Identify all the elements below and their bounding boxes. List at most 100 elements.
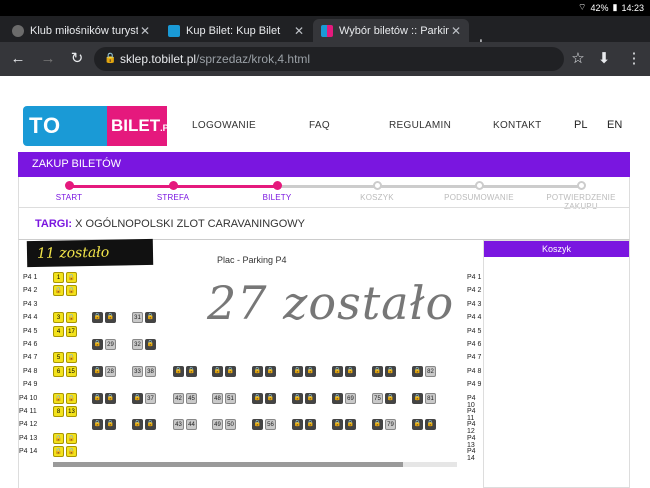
taken-seat: 🔒 <box>332 365 343 377</box>
step-dot <box>64 181 74 190</box>
taken-seat: 51 <box>225 392 236 404</box>
free-seat[interactable]: 5 <box>53 352 64 364</box>
taken-seat: 44 <box>186 419 197 431</box>
free-seat[interactable]: 🔒 <box>66 312 77 324</box>
forward-icon[interactable]: → <box>38 49 58 69</box>
taken-seat: 🔒 <box>132 392 143 404</box>
taken-seat: 🔒 <box>186 365 197 377</box>
free-seat[interactable]: 3 <box>53 312 64 324</box>
free-seat[interactable]: 🔒 <box>53 285 64 297</box>
free-seat[interactable]: 1 <box>53 272 64 283</box>
step-strefa: STREFA <box>128 181 218 202</box>
taken-seat: 🔒 <box>292 419 303 431</box>
free-seat[interactable]: 13 <box>66 406 77 417</box>
tab-klub[interactable]: Klub miłośników turysty ✕ <box>4 19 158 42</box>
taken-seat: 🔒 <box>105 312 116 324</box>
taken-seat: 🔒 <box>305 365 316 377</box>
free-seat[interactable]: 6 <box>53 365 64 377</box>
step-podsumowanie: PODSUMOWANIE <box>434 181 524 202</box>
row-label-right: P4 8 <box>467 367 482 375</box>
taken-seat: 🔒 <box>425 419 436 431</box>
close-icon[interactable]: ✕ <box>449 24 463 38</box>
nav-kontakt[interactable]: KONTAKT <box>493 120 542 131</box>
row-label-right: P4 13 <box>467 434 476 449</box>
free-seat[interactable]: 🔒 <box>53 432 64 444</box>
row-label-left: P4 4 <box>23 314 38 322</box>
globe-icon <box>12 24 24 37</box>
map-scrollbar-thumb[interactable] <box>53 462 403 467</box>
tobilet-logo[interactable]: TO BILET.PL <box>23 106 174 146</box>
nav-logowanie[interactable]: LOGOWANIE <box>192 120 256 131</box>
taken-seat: 🔒 <box>265 365 276 377</box>
url-host: sklep.tobilet.pl <box>120 52 197 66</box>
taken-seat: 56 <box>265 419 276 431</box>
row-label-left: P4 1 <box>23 274 38 281</box>
url-path: /sprzedaz/krok,4.html <box>196 52 311 66</box>
battery-level: 42% <box>590 2 609 13</box>
taken-seat: 🔒 <box>145 312 156 324</box>
taken-seat: 🔒 <box>252 365 263 377</box>
row-label-right: P4 7 <box>467 354 482 362</box>
row-label-left: P4 9 <box>23 381 38 389</box>
cart-panel: Koszyk <box>483 240 630 488</box>
free-seat[interactable]: 17 <box>66 325 77 337</box>
taken-seat: 38 <box>145 365 156 377</box>
taken-seat: 32 <box>132 339 143 350</box>
row-label-right: P4 3 <box>467 300 482 308</box>
nav-faq[interactable]: FAQ <box>309 120 330 131</box>
taken-seat: 🔒 <box>385 365 396 377</box>
cart-title: Koszyk <box>484 241 629 257</box>
step-label: STREFA <box>156 193 190 202</box>
row-label-right: P4 2 <box>467 287 482 295</box>
taken-seat: 🔒 <box>92 365 103 377</box>
taken-seat: 🔒 <box>212 365 223 377</box>
address-bar[interactable]: 🔒 sklep.tobilet.pl/sprzedaz/krok,4.html <box>94 47 564 71</box>
menu-icon[interactable]: ⋮ <box>624 49 644 69</box>
tab-kup-bilet[interactable]: Kup Bilet: Kup Bilet ✕ <box>160 19 312 42</box>
battery-icon: ▮ <box>612 2 618 12</box>
step-dot <box>474 181 484 190</box>
taken-seat: 43 <box>173 419 184 431</box>
star-icon[interactable]: ☆ <box>568 49 588 69</box>
close-icon[interactable]: ✕ <box>138 24 152 38</box>
row-label-right: P4 9 <box>467 381 482 389</box>
taken-seat: 🔒 <box>265 392 276 404</box>
map-scrollbar[interactable] <box>53 462 457 467</box>
free-seat[interactable]: 🔒 <box>66 392 77 404</box>
lang-pl[interactable]: PL <box>574 119 587 131</box>
download-icon[interactable]: ⬇ <box>594 49 614 69</box>
taken-seat: 79 <box>385 419 396 431</box>
free-seat[interactable]: 🔒 <box>66 352 77 364</box>
taken-seat: 81 <box>425 392 436 404</box>
nav-regulamin[interactable]: REGULAMIN <box>389 120 451 131</box>
free-seat[interactable]: 🔒 <box>53 446 64 458</box>
taken-seat: 🔒 <box>105 419 116 431</box>
free-seat[interactable]: 🔒 <box>53 392 64 404</box>
event-name: X OGÓLNOPOLSKI ZLOT CARAVANINGOWY <box>75 218 305 230</box>
logo-right: BILET.PL <box>107 106 174 146</box>
row-label-left: P4 10 <box>19 394 38 402</box>
free-seat[interactable]: 🔒 <box>66 446 77 458</box>
free-seat[interactable]: 🔒 <box>66 272 77 283</box>
free-seat[interactable]: 15 <box>66 365 77 377</box>
browser-toolbar: ← → ↻ 🔒 sklep.tobilet.pl/sprzedaz/krok,4… <box>0 42 650 76</box>
free-seat[interactable]: 8 <box>53 406 64 417</box>
row-label-left: P4 13 <box>19 434 38 442</box>
lang-en[interactable]: EN <box>607 119 622 131</box>
tab-wybor-biletow[interactable]: Wybór biletów :: Parking ✕ <box>313 19 469 42</box>
row-label-left: P4 8 <box>23 367 38 375</box>
row-label-right: P4 11 <box>467 408 476 422</box>
free-seat[interactable]: 4 <box>53 325 64 337</box>
taken-seat: 37 <box>145 392 156 404</box>
close-icon[interactable]: ✕ <box>292 24 306 38</box>
taken-seat: 75 <box>372 392 383 404</box>
free-seat[interactable]: 🔒 <box>66 432 77 444</box>
lock-icon: 🔒 <box>104 53 117 64</box>
free-seat[interactable]: 🔒 <box>66 285 77 297</box>
taken-seat: 45 <box>186 392 197 404</box>
reload-icon[interactable]: ↻ <box>67 49 87 69</box>
back-icon[interactable]: ← <box>8 49 28 69</box>
row-label-right: P4 6 <box>467 341 482 348</box>
taken-seat: 🔒 <box>132 419 143 431</box>
taken-seat: 🔒 <box>305 419 316 431</box>
